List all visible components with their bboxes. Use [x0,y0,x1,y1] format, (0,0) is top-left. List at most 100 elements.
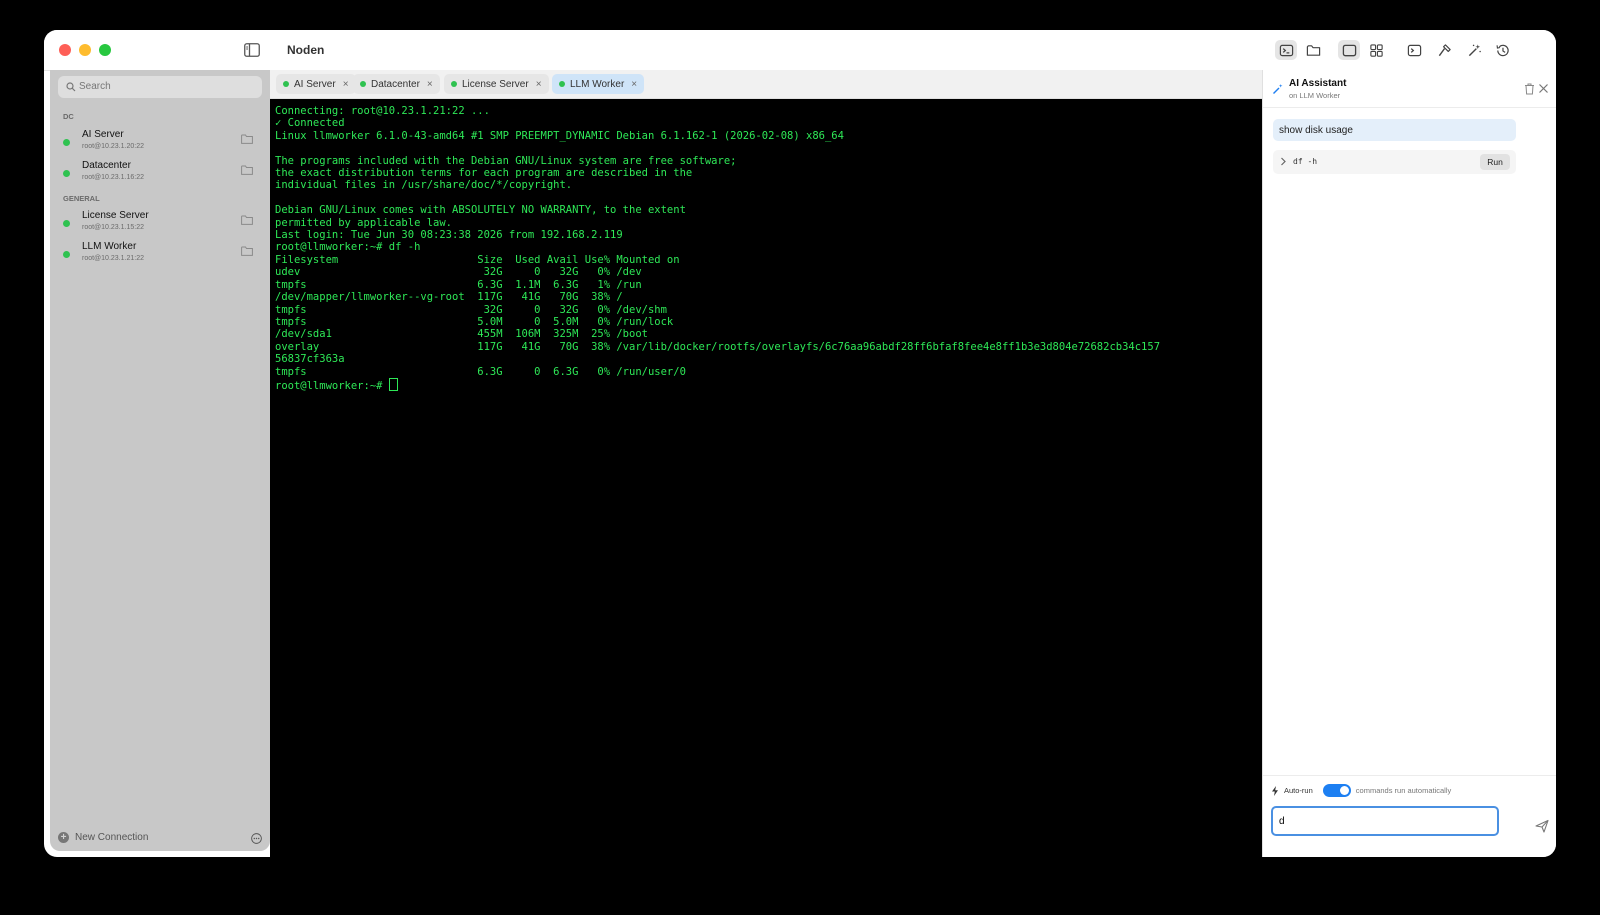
app-window: Noden Search DC AI Server root@10.23.1.2… [44,30,1556,857]
console-icon [1407,44,1421,56]
terminal-lines: Connecting: root@10.23.1.21:22 ... ✓ Con… [275,105,1160,378]
autorun-row: Auto-run commands run automatically [1271,784,1451,797]
sidebar-item-llm-worker[interactable]: LLM Worker root@10.23.1.21:22 [50,238,270,268]
ai-panel-title: AI Assistant [1289,78,1347,89]
terminal-view-button[interactable] [1275,40,1297,60]
terminal-line: permitted by applicable law. [275,216,453,229]
host-address: root@10.23.1.20:22 [82,143,144,150]
terminal-line: overlay 117G 41G 70G 38% /var/lib/docker… [275,340,1161,353]
send-icon[interactable] [1535,819,1549,833]
close-window-button[interactable] [59,44,71,56]
single-pane-button[interactable] [1338,40,1360,60]
ai-assistant-panel: AI Assistant on LLM Worker show disk usa… [1262,70,1556,857]
grid-layout-button[interactable] [1365,40,1387,60]
host-name: LLM Worker [82,241,137,252]
autorun-toggle[interactable] [1322,784,1351,797]
terminal-prompt: root@llmworker:~# [275,379,389,392]
tab-close-icon[interactable]: × [536,79,542,90]
run-command-button[interactable]: Run [1480,154,1510,170]
terminal-output: Connecting: root@10.23.1.21:22 ... ✓ Con… [275,105,1160,392]
terminal-line: Linux llmworker 6.1.0-43-amd64 #1 SMP PR… [275,129,844,142]
tab-close-icon[interactable]: × [631,79,637,90]
status-online-indicator [63,220,70,227]
terminal-line: Last login: Tue Jun 30 08:23:38 2026 fro… [275,229,623,242]
ai-prompt-input[interactable] [1271,806,1499,836]
search-placeholder: Search [79,81,111,92]
tab-close-icon[interactable]: × [427,79,433,90]
ellipsis-icon[interactable] [251,833,262,844]
autorun-description: commands run automatically [1355,786,1452,795]
tab-license-server[interactable]: License Server × [444,74,549,94]
suggested-command-text: df -h [1293,157,1318,166]
tab-llm-worker[interactable]: LLM Worker × [552,74,645,94]
terminal-line: tmpfs 6.3G 0 6.3G 0% /run/user/0 [275,365,686,378]
terminal-line: Debian GNU/Linux comes with ABSOLUTELY N… [275,204,686,217]
zoom-window-button[interactable] [99,44,111,56]
tools-button[interactable] [1433,40,1455,60]
folder-icon[interactable] [241,134,253,144]
ai-assistant-button[interactable] [1463,40,1485,60]
trash-icon[interactable] [1524,83,1535,95]
sidebar-item-license-server[interactable]: License Server root@10.23.1.15:22 [50,207,270,237]
autorun-label: Auto-run [1284,786,1313,795]
files-view-button[interactable] [1302,40,1324,60]
folder-icon[interactable] [241,215,253,225]
sidebar-toggle-icon[interactable] [244,43,260,57]
search-field[interactable]: Search [58,76,262,98]
terminal-line: /dev/sda1 455M 106M 325M 25% /boot [275,328,648,341]
ai-panel-header: AI Assistant on LLM Worker [1263,70,1556,108]
host-name: Datacenter [82,160,131,171]
status-online-indicator [283,81,289,87]
status-online-indicator [360,81,366,87]
terminal-pane[interactable]: Connecting: root@10.23.1.21:22 ... ✓ Con… [270,99,1262,857]
folder-icon[interactable] [241,246,253,256]
terminal-line: udev 32G 0 32G 0% /dev [275,266,642,279]
tab-label: Datacenter [371,78,420,90]
terminal-line: tmpfs 32G 0 32G 0% /dev/shm [275,303,667,316]
tab-ai-server[interactable]: AI Server × [276,74,356,94]
group-label-dc: DC [63,112,74,121]
status-online-indicator [559,81,565,87]
history-icon [1496,44,1509,56]
single-pane-icon [1342,44,1356,56]
magic-wand-icon [1273,84,1283,94]
search-icon [66,82,76,92]
ai-input-area: Auto-run commands run automatically [1263,775,1556,857]
terminal-line: Filesystem Size Used Avail Use% Mounted … [275,253,680,266]
minimize-window-button[interactable] [79,44,91,56]
tab-close-icon[interactable]: × [343,79,349,90]
suggested-command-row[interactable]: df -h Run [1273,150,1516,174]
sidebar: Search DC AI Server root@10.23.1.20:22 D… [50,70,270,851]
terminal-line: root@llmworker:~# df -h [275,241,421,254]
new-connection-label: New Connection [75,832,149,843]
plus-icon: + [58,832,69,843]
folder-icon [1306,44,1320,56]
tab-datacenter[interactable]: Datacenter × [353,74,440,94]
history-button[interactable] [1491,40,1513,60]
status-online-indicator [63,139,70,146]
ai-panel-subtitle: on LLM Worker [1289,91,1341,100]
status-online-indicator [63,251,70,258]
group-label-general: GENERAL [63,194,100,203]
host-address: root@10.23.1.15:22 [82,224,144,231]
sidebar-item-ai-server[interactable]: AI Server root@10.23.1.20:22 [50,126,270,156]
tab-label: AI Server [294,78,336,90]
folder-icon[interactable] [241,165,253,175]
tab-label: License Server [462,78,529,90]
terminal-line: individual files in /usr/share/doc/*/cop… [275,179,573,192]
host-address: root@10.23.1.21:22 [82,255,144,262]
terminal-line: tmpfs 6.3G 1.1M 6.3G 1% /run [275,278,642,291]
sidebar-item-datacenter[interactable]: Datacenter root@10.23.1.16:22 [50,157,270,187]
chevron-right-icon[interactable] [1279,157,1287,166]
user-message-bubble: show disk usage [1273,119,1516,141]
status-online-indicator [63,170,70,177]
terminal-line: the exact distribution terms for each pr… [275,167,693,180]
app-title: Noden [287,43,325,57]
close-icon[interactable] [1538,83,1549,94]
titlebar: Noden [44,30,1556,71]
tab-label: LLM Worker [570,78,625,90]
new-connection-button[interactable]: + New Connection [58,832,148,843]
status-online-indicator [451,81,457,87]
console-button[interactable] [1403,40,1425,60]
toggle-knob [1339,786,1349,795]
